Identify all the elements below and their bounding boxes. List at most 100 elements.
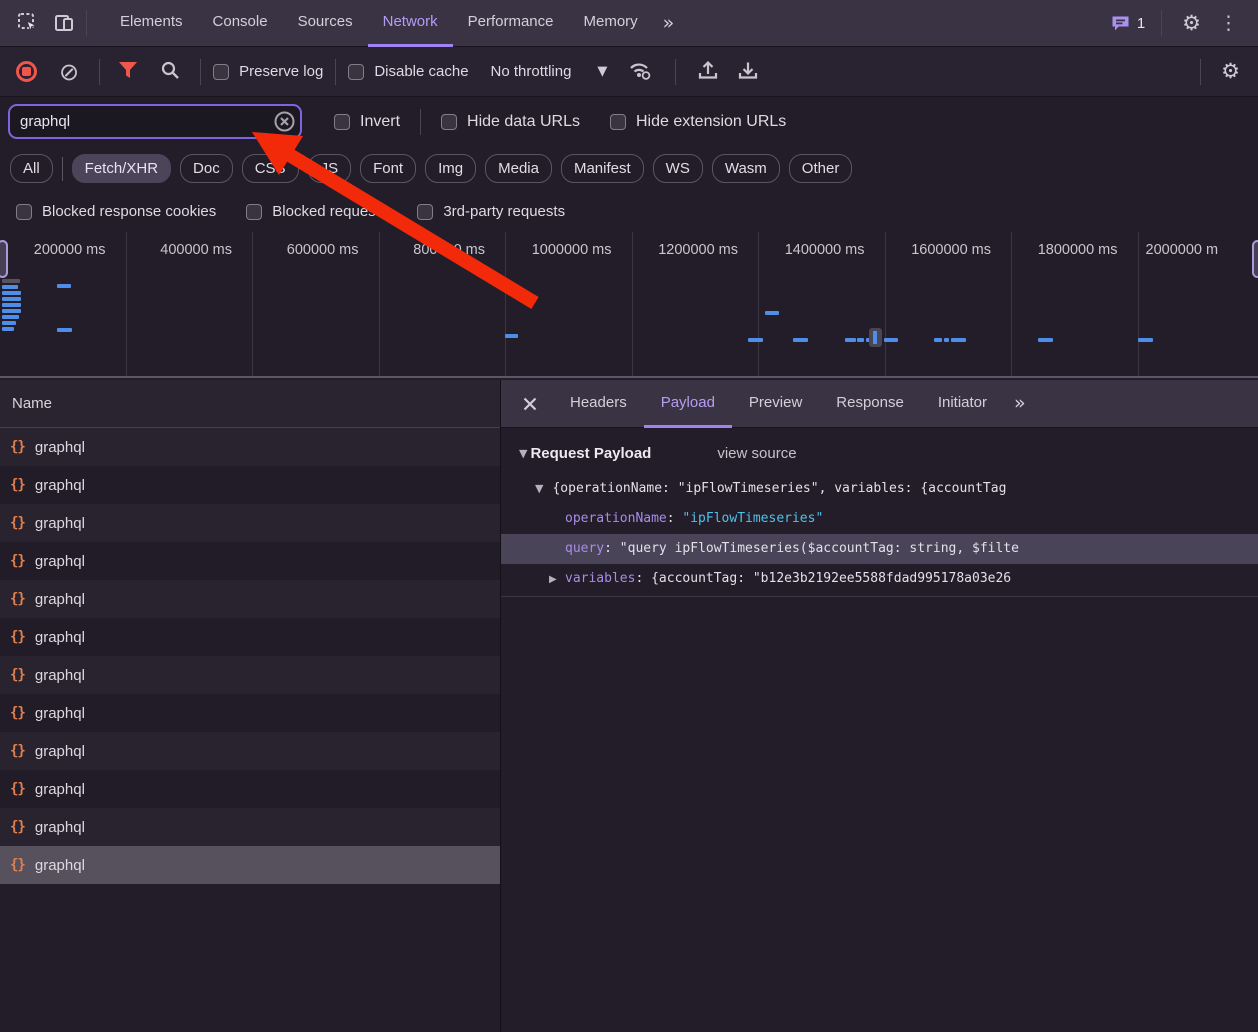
request-row[interactable]: {}graphql (0, 694, 500, 732)
record-button[interactable] (16, 61, 37, 82)
payload-entries: operationName: "ipFlowTimeseries"query: … (501, 504, 1258, 594)
tab-performance[interactable]: Performance (453, 0, 569, 47)
tab-memory[interactable]: Memory (569, 0, 653, 47)
throttling-select[interactable]: No throttling ▼ (491, 63, 608, 80)
clear-network-log-icon[interactable]: ⊘ (59, 60, 79, 84)
issues-indicator[interactable]: 1 (1111, 15, 1145, 32)
invert-checkbox-group[interactable]: Invert (334, 113, 400, 131)
import-har-icon[interactable] (697, 59, 719, 85)
invert-checkbox[interactable] (334, 114, 350, 130)
request-name: graphql (35, 515, 85, 532)
detail-tab-initiator[interactable]: Initiator (921, 380, 1004, 428)
hide-extension-urls-checkbox-group[interactable]: Hide extension URLs (610, 113, 786, 131)
request-payload-header[interactable]: ▼ Request Payload view source (519, 445, 1258, 462)
json-icon: {} (10, 629, 25, 645)
network-settings-gear-icon[interactable]: ⚙ (1213, 61, 1248, 82)
blocked-response-cookies-checkbox[interactable] (16, 204, 32, 220)
preserve-log-checkbox[interactable] (213, 64, 229, 80)
hide-extension-urls-label: Hide extension URLs (636, 113, 786, 131)
network-overview-timeline[interactable]: 200000 ms400000 ms600000 ms800000 ms1000… (0, 232, 1258, 378)
hide-data-urls-checkbox[interactable] (441, 114, 457, 130)
payload-entry-operationname[interactable]: operationName: "ipFlowTimeseries" (501, 504, 1258, 534)
filter-chip-media[interactable]: Media (485, 154, 552, 183)
waterfall-bar (845, 338, 856, 342)
request-row[interactable]: {}graphql (0, 580, 500, 618)
json-icon: {} (10, 591, 25, 607)
detail-tab-response[interactable]: Response (819, 380, 921, 428)
kebab-menu-icon[interactable]: ⋮ (1209, 12, 1248, 34)
blocked-requests-checkbox-group[interactable]: Blocked requests (246, 203, 387, 220)
close-details-icon[interactable] (515, 397, 545, 411)
3rd-party-requests-checkbox-group[interactable]: 3rd-party requests (417, 203, 565, 220)
more-details-tabs-icon[interactable]: » (1004, 380, 1036, 427)
settings-gear-icon[interactable]: ⚙ (1174, 13, 1209, 34)
filter-chip-ws[interactable]: WS (653, 154, 703, 183)
waterfall-bar (2, 291, 21, 295)
request-row[interactable]: {}graphql (0, 732, 500, 770)
payload-separator: : (604, 541, 620, 556)
3rd-party-requests-checkbox[interactable] (417, 204, 433, 220)
detail-tab-preview[interactable]: Preview (732, 380, 819, 428)
disable-cache-checkbox-group[interactable]: Disable cache (348, 63, 468, 80)
payload-entry-variables[interactable]: ▶variables: {accountTag: "b12e3b2192ee55… (501, 564, 1258, 594)
tab-console[interactable]: Console (198, 0, 283, 47)
filter-chip-font[interactable]: Font (360, 154, 416, 183)
waterfall-bar (951, 338, 966, 342)
network-conditions-icon[interactable] (627, 60, 653, 84)
filter-chip-doc[interactable]: Doc (180, 154, 233, 183)
filter-chip-img[interactable]: Img (425, 154, 476, 183)
filter-chip-fetch-xhr[interactable]: Fetch/XHR (72, 154, 171, 183)
payload-summary-row[interactable]: ▼{operationName: "ipFlowTimeseries", var… (501, 474, 1258, 504)
overview-right-handle[interactable] (1252, 240, 1258, 278)
filter-chip-other[interactable]: Other (789, 154, 853, 183)
filter-chip-css[interactable]: CSS (242, 154, 299, 183)
filter-chip-manifest[interactable]: Manifest (561, 154, 644, 183)
tab-elements[interactable]: Elements (105, 0, 198, 47)
request-row[interactable]: {}graphql (0, 542, 500, 580)
device-toolbar-icon[interactable] (52, 11, 76, 35)
expand-triangle-icon[interactable]: ▶ (549, 565, 565, 594)
filter-input[interactable] (8, 104, 302, 139)
tab-network[interactable]: Network (368, 0, 453, 47)
divider (335, 59, 336, 85)
request-row[interactable]: {}graphql (0, 770, 500, 808)
overview-left-handle[interactable] (0, 240, 8, 278)
blocked-response-cookies-label: Blocked response cookies (42, 203, 216, 220)
divider (1161, 10, 1162, 36)
blocked-response-cookies-checkbox-group[interactable]: Blocked response cookies (16, 203, 216, 220)
search-icon[interactable] (160, 60, 180, 84)
request-name: graphql (35, 477, 85, 494)
hide-extension-urls-checkbox[interactable] (610, 114, 626, 130)
json-icon: {} (10, 667, 25, 683)
request-row[interactable]: {}graphql (0, 618, 500, 656)
request-row[interactable]: {}graphql (0, 808, 500, 846)
preserve-log-label: Preserve log (239, 63, 323, 80)
preserve-log-checkbox-group[interactable]: Preserve log (213, 63, 323, 80)
filter-chip-all[interactable]: All (10, 154, 53, 183)
disable-cache-checkbox[interactable] (348, 64, 364, 80)
request-row[interactable]: {}graphql (0, 656, 500, 694)
inspect-element-icon[interactable] (16, 11, 40, 35)
detail-tab-headers[interactable]: Headers (553, 380, 644, 428)
filter-chip-wasm[interactable]: Wasm (712, 154, 780, 183)
hide-data-urls-checkbox-group[interactable]: Hide data URLs (441, 113, 580, 131)
filter-chip-js[interactable]: JS (308, 154, 352, 183)
request-row[interactable]: {}graphql (0, 428, 500, 466)
waterfall-bar (57, 284, 71, 288)
view-source-link[interactable]: view source (717, 445, 796, 462)
payload-entry-query[interactable]: query: "query ipFlowTimeseries($accountT… (501, 534, 1258, 564)
request-row[interactable]: {}graphql (0, 846, 500, 884)
request-row[interactable]: {}graphql (0, 504, 500, 542)
name-column-header[interactable]: Name (0, 380, 500, 428)
more-panels-icon[interactable]: » (653, 0, 685, 47)
blocked-requests-checkbox[interactable] (246, 204, 262, 220)
export-har-icon[interactable] (737, 59, 759, 85)
tab-sources[interactable]: Sources (283, 0, 368, 47)
request-row[interactable]: {}graphql (0, 466, 500, 504)
payload-value: "query ipFlowTimeseries($accountTag: str… (620, 541, 1019, 556)
detail-tab-payload[interactable]: Payload (644, 380, 732, 428)
request-name: graphql (35, 819, 85, 836)
clear-filter-icon[interactable] (274, 111, 295, 137)
filter-icon[interactable] (118, 61, 138, 83)
request-name: graphql (35, 439, 85, 456)
